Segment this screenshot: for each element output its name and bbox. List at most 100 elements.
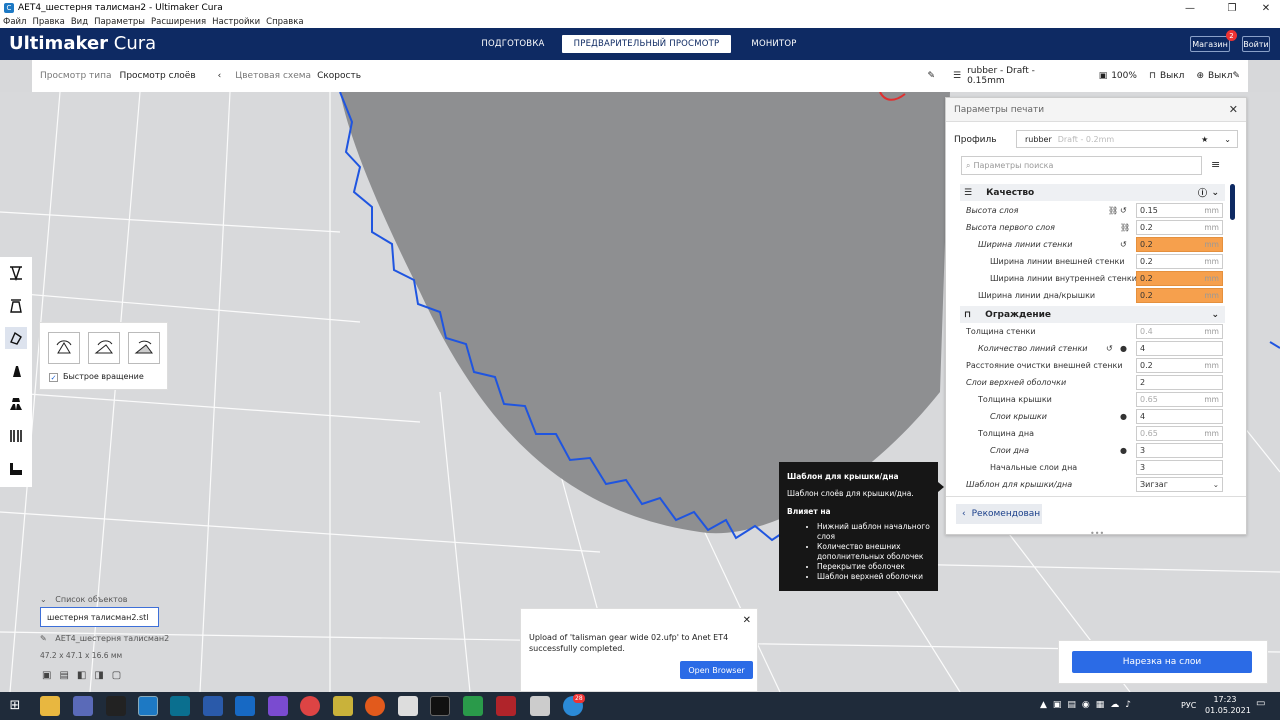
reset-icon[interactable]: ↺: [1120, 206, 1127, 215]
tab-preview[interactable]: ПРЕДВАРИТЕЛЬНЫЙ ПРОСМОТР: [562, 35, 731, 53]
setting-field[interactable]: 0.15 mm: [1136, 203, 1223, 218]
reset-icon[interactable]: ↺: [1106, 344, 1113, 353]
setting-row[interactable]: Ширина линии внутренней стенки 0.2 mm: [946, 270, 1231, 287]
tab-prepare[interactable]: ПОДГОТОВКА: [472, 35, 554, 53]
profile-summary[interactable]: rubber - Draft - 0.15mm: [967, 66, 1075, 86]
setting-row[interactable]: Расстояние очистки внешней стенки 0.2 mm: [946, 357, 1231, 374]
setting-row[interactable]: Слои крышки ● 4: [946, 408, 1231, 425]
object-list-item[interactable]: шестерня талисман2.stl: [40, 607, 159, 627]
setting-field[interactable]: 2: [1136, 375, 1223, 390]
clock[interactable]: 17:23 01.05.2021: [1205, 694, 1251, 716]
menu-edit[interactable]: Правка: [32, 17, 64, 27]
menu-help[interactable]: Справка: [266, 17, 303, 27]
restore-button[interactable]: ❐: [1214, 0, 1250, 16]
reset-icon[interactable]: ↺: [1120, 240, 1127, 249]
mirror-tool-icon[interactable]: [5, 360, 27, 382]
setting-field[interactable]: 0.2 mm: [1136, 288, 1223, 303]
cura-taskbar-icon[interactable]: [138, 696, 158, 716]
app-icon[interactable]: [170, 696, 190, 716]
color-scheme-select[interactable]: Скорость: [317, 71, 361, 81]
settings-scrollbar[interactable]: [1230, 184, 1235, 220]
setting-field[interactable]: 3: [1136, 443, 1223, 458]
setting-row[interactable]: Толщина крышки 0.65 mm: [946, 391, 1231, 408]
viber-icon[interactable]: [268, 696, 288, 716]
view-type-select[interactable]: Просмотр слоёв: [120, 71, 196, 81]
resize-handle-icon[interactable]: •••: [1090, 529, 1104, 538]
app-icon[interactable]: [365, 696, 385, 716]
favorite-star-icon[interactable]: ★: [1201, 135, 1208, 144]
lay-flat-button[interactable]: [88, 332, 120, 364]
setting-field[interactable]: 4: [1136, 409, 1223, 424]
edit-pencil-icon[interactable]: ✎: [927, 71, 935, 81]
menu-settings[interactable]: Настройки: [212, 17, 260, 27]
info-icon[interactable]: ⓘ: [1198, 186, 1207, 199]
object-list-header[interactable]: ⌄ Список объектов: [40, 595, 127, 604]
outlook-icon[interactable]: [235, 696, 255, 716]
edit-pencil-icon[interactable]: ✎: [40, 634, 47, 643]
view-cube-icons[interactable]: ▣▤◧◨▢: [42, 670, 129, 681]
setting-row[interactable]: Толщина стенки 0.4 mm: [946, 323, 1231, 340]
setting-field[interactable]: 4: [1136, 341, 1223, 356]
setting-field[interactable]: 0.2 mm: [1136, 358, 1223, 373]
setting-row[interactable]: Слои верхней оболочки 2: [946, 374, 1231, 391]
menu-file[interactable]: Файл: [3, 17, 26, 27]
minimize-button[interactable]: —: [1172, 0, 1208, 16]
start-icon[interactable]: ⊞: [6, 696, 24, 716]
setting-row[interactable]: Начальные слои дна 3: [946, 459, 1231, 476]
quick-rotate-checkbox[interactable]: ✓: [49, 373, 58, 382]
app-icon[interactable]: [106, 696, 126, 716]
setting-field[interactable]: 0.65 mm: [1136, 426, 1223, 441]
setting-field[interactable]: 0.65 mm: [1136, 392, 1223, 407]
close-window-button[interactable]: ✕: [1248, 0, 1280, 16]
setting-field[interactable]: 3: [1136, 460, 1223, 475]
explorer-icon[interactable]: [40, 696, 60, 716]
settings-menu-icon[interactable]: ≡: [1211, 158, 1220, 171]
category-quality[interactable]: ☰ Качество ⓘ ⌄: [960, 184, 1225, 201]
category-walls[interactable]: ⊓ Ограждение ⌄: [960, 306, 1225, 323]
scale-tool-icon[interactable]: [5, 295, 27, 317]
app-icon[interactable]: [496, 696, 516, 716]
paint-icon[interactable]: [398, 696, 418, 716]
setting-row[interactable]: Ширина линии внешней стенки 0.2 mm: [946, 253, 1231, 270]
setting-select[interactable]: Зигзаг ⌄: [1136, 477, 1223, 492]
setting-row[interactable]: Высота слоя ⛓ ↺ 0.15 mm: [946, 202, 1231, 219]
setting-field[interactable]: 0.2 mm: [1136, 237, 1223, 252]
recommended-button[interactable]: ‹ Рекомендован: [956, 504, 1042, 524]
chrome-icon[interactable]: [300, 696, 320, 716]
word-icon[interactable]: [203, 696, 223, 716]
setting-field[interactable]: 0.2 mm: [1136, 271, 1223, 286]
setting-row[interactable]: Количество линий стенки ↺ ● 4: [946, 340, 1231, 357]
tray-icons[interactable]: ▲▣▤◉▦☁♪: [1040, 700, 1137, 710]
setting-row[interactable]: Шаблон для крышки/дна Зигзаг ⌄: [946, 476, 1231, 493]
marketplace-button[interactable]: Магазин: [1190, 36, 1230, 52]
setting-field[interactable]: 0.2 mm: [1136, 254, 1223, 269]
reset-rotation-button[interactable]: [48, 332, 80, 364]
menu-view[interactable]: Вид: [71, 17, 88, 27]
menu-parameters[interactable]: Параметры: [94, 17, 145, 27]
tab-monitor[interactable]: МОНИТОР: [740, 35, 808, 53]
select-face-button[interactable]: [128, 332, 160, 364]
per-model-settings-icon[interactable]: [5, 393, 27, 415]
profile-select[interactable]: rubber Draft - 0.2mm ★ ⌄: [1016, 130, 1238, 148]
setting-row[interactable]: Высота первого слоя ⛓ 0.2 mm: [946, 219, 1231, 236]
setting-row[interactable]: Слои дна ● 3: [946, 442, 1231, 459]
search-input[interactable]: ⌕ Параметры поиска: [961, 156, 1202, 175]
slice-button[interactable]: Нарезка на слои: [1072, 651, 1252, 673]
setting-row[interactable]: Ширина линии стенки ↺ 0.2 mm: [946, 236, 1231, 253]
calendar-icon[interactable]: [530, 696, 550, 716]
login-button[interactable]: Войти: [1242, 36, 1270, 52]
print-setup-edit-icon[interactable]: ✎: [1232, 71, 1240, 81]
close-icon[interactable]: ✕: [743, 615, 751, 626]
save-icon[interactable]: [73, 696, 93, 716]
menu-extensions[interactable]: Расширения: [151, 17, 206, 27]
setting-row[interactable]: Толщина дна 0.65 mm: [946, 425, 1231, 442]
notifications-icon[interactable]: ▭: [1256, 698, 1265, 709]
print-setup-bar[interactable]: ☰ rubber - Draft - 0.15mm ▣ 100% ⊓ Выкл …: [943, 60, 1248, 92]
support-blocker-icon[interactable]: [5, 425, 27, 447]
setting-row[interactable]: Ширина линии дна/крышки 0.2 mm: [946, 287, 1231, 304]
rotate-tool-icon[interactable]: [5, 327, 27, 349]
terminal-icon[interactable]: [430, 696, 450, 716]
collapse-icon[interactable]: ‹: [218, 71, 222, 81]
close-icon[interactable]: ✕: [1229, 103, 1238, 116]
layer-stairs-icon[interactable]: [5, 458, 27, 480]
